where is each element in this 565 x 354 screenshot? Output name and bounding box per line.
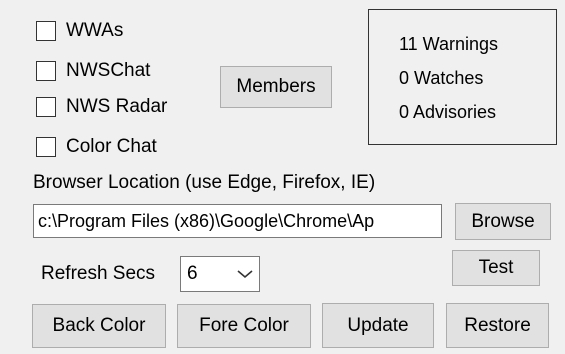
checkbox-color-chat[interactable]: Color Chat <box>36 136 157 158</box>
fore-color-button[interactable]: Fore Color <box>177 304 311 348</box>
refresh-secs-value: 6 <box>187 263 198 284</box>
checkbox-label: NWSChat <box>66 60 151 81</box>
advisories-count: 0 Advisories <box>399 102 497 122</box>
restore-button[interactable]: Restore <box>446 303 549 348</box>
browser-path-input[interactable]: c:\Program Files (x86)\Google\Chrome\Ap <box>33 204 442 238</box>
watches-count: 0 Watches <box>399 68 484 88</box>
checkbox-label: WWAs <box>66 20 124 41</box>
checkbox-box[interactable] <box>36 61 56 81</box>
checkbox-nws-radar[interactable]: NWS Radar <box>36 96 167 118</box>
checkbox-box[interactable] <box>36 97 56 117</box>
checkbox-box[interactable] <box>36 137 56 157</box>
update-button[interactable]: Update <box>322 303 434 348</box>
refresh-secs-select[interactable]: 6 <box>180 256 260 292</box>
refresh-secs-label: Refresh Secs <box>41 263 156 284</box>
alert-status-panel: 11 Warnings 0 Watches 0 Advisories <box>368 9 557 145</box>
warnings-count: 11 Warnings <box>399 34 499 54</box>
chevron-down-icon <box>237 263 253 285</box>
browser-location-label: Browser Location (use Edge, Firefox, IE) <box>33 172 376 193</box>
members-button[interactable]: Members <box>220 66 332 108</box>
checkbox-box[interactable] <box>36 21 56 41</box>
checkbox-label: Color Chat <box>66 136 157 157</box>
checkbox-wwas[interactable]: WWAs <box>36 20 123 42</box>
back-color-button[interactable]: Back Color <box>32 304 166 348</box>
test-button[interactable]: Test <box>452 250 540 286</box>
browse-button[interactable]: Browse <box>455 203 551 240</box>
checkbox-nwschat[interactable]: NWSChat <box>36 60 150 82</box>
checkbox-label: NWS Radar <box>66 96 168 117</box>
